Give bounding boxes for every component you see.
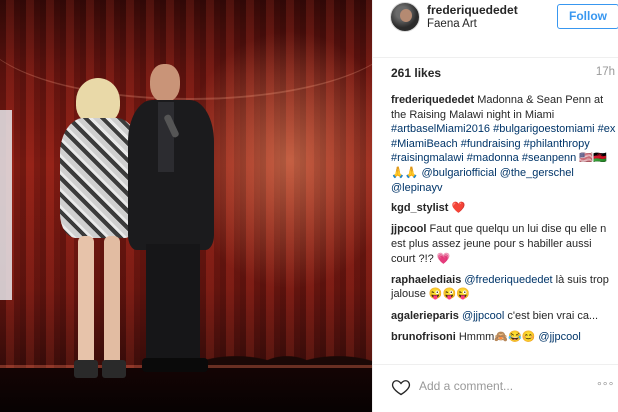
follow-button[interactable]: Follow: [557, 4, 618, 29]
caption-author[interactable]: frederiquededet: [391, 94, 474, 106]
list-item: brunofrisoni Hmmm🙈😂😊 @jjpcool: [391, 330, 618, 345]
comment-author[interactable]: raphaelediais: [391, 274, 461, 286]
comment-author[interactable]: agalerieparis: [391, 310, 459, 322]
comment-author[interactable]: kgd_stylist: [391, 202, 448, 214]
post-sidebar: frederiquededet Faena Art Follow 261 lik…: [372, 0, 618, 412]
comment-text: Hmmm🙈😂😊: [458, 330, 539, 343]
heart-outline-icon[interactable]: [391, 377, 411, 397]
comment-author[interactable]: jjpcool: [391, 223, 426, 235]
comment-mention[interactable]: @jjpcool: [538, 331, 580, 343]
list-item: agalerieparis @jjpcool c'est bien vrai c…: [391, 309, 618, 324]
more-options-icon[interactable]: °°°: [597, 379, 614, 393]
likes-count[interactable]: 261 likes: [391, 66, 441, 80]
list-item: jjpcool Faut que quelqu un lui dise qu e…: [391, 222, 618, 266]
caption: frederiquededet Madonna & Sean Penn at t…: [391, 93, 618, 195]
post-footer: Add a comment... °°°: [373, 364, 618, 412]
username-link[interactable]: frederiquededet: [427, 3, 518, 17]
avatar[interactable]: [390, 2, 420, 32]
comment-text: c'est bien vrai ca...: [504, 309, 599, 322]
post-header: frederiquededet Faena Art Follow: [373, 0, 618, 58]
location-link[interactable]: Faena Art: [427, 18, 477, 30]
add-comment-input[interactable]: Add a comment...: [419, 379, 513, 393]
list-item: kgd_stylist ❤️: [391, 201, 618, 216]
projection-screen: [0, 110, 12, 300]
comments-list: frederiquededet Madonna & Sean Penn at t…: [391, 93, 618, 351]
list-item: raphaelediais @frederiquededet là suis t…: [391, 273, 618, 302]
comment-text: ❤️: [451, 202, 466, 215]
comment-author[interactable]: brunofrisoni: [391, 331, 456, 343]
person-right: [128, 64, 220, 374]
post-time[interactable]: 17h: [596, 66, 615, 78]
comment-mention[interactable]: @jjpcool: [462, 310, 504, 322]
post-photo[interactable]: [0, 0, 372, 412]
caption-mentions[interactable]: @bulgariofficial @the_gerschel @lepinayv: [391, 167, 574, 194]
comment-mention[interactable]: @frederiquededet: [464, 274, 552, 286]
